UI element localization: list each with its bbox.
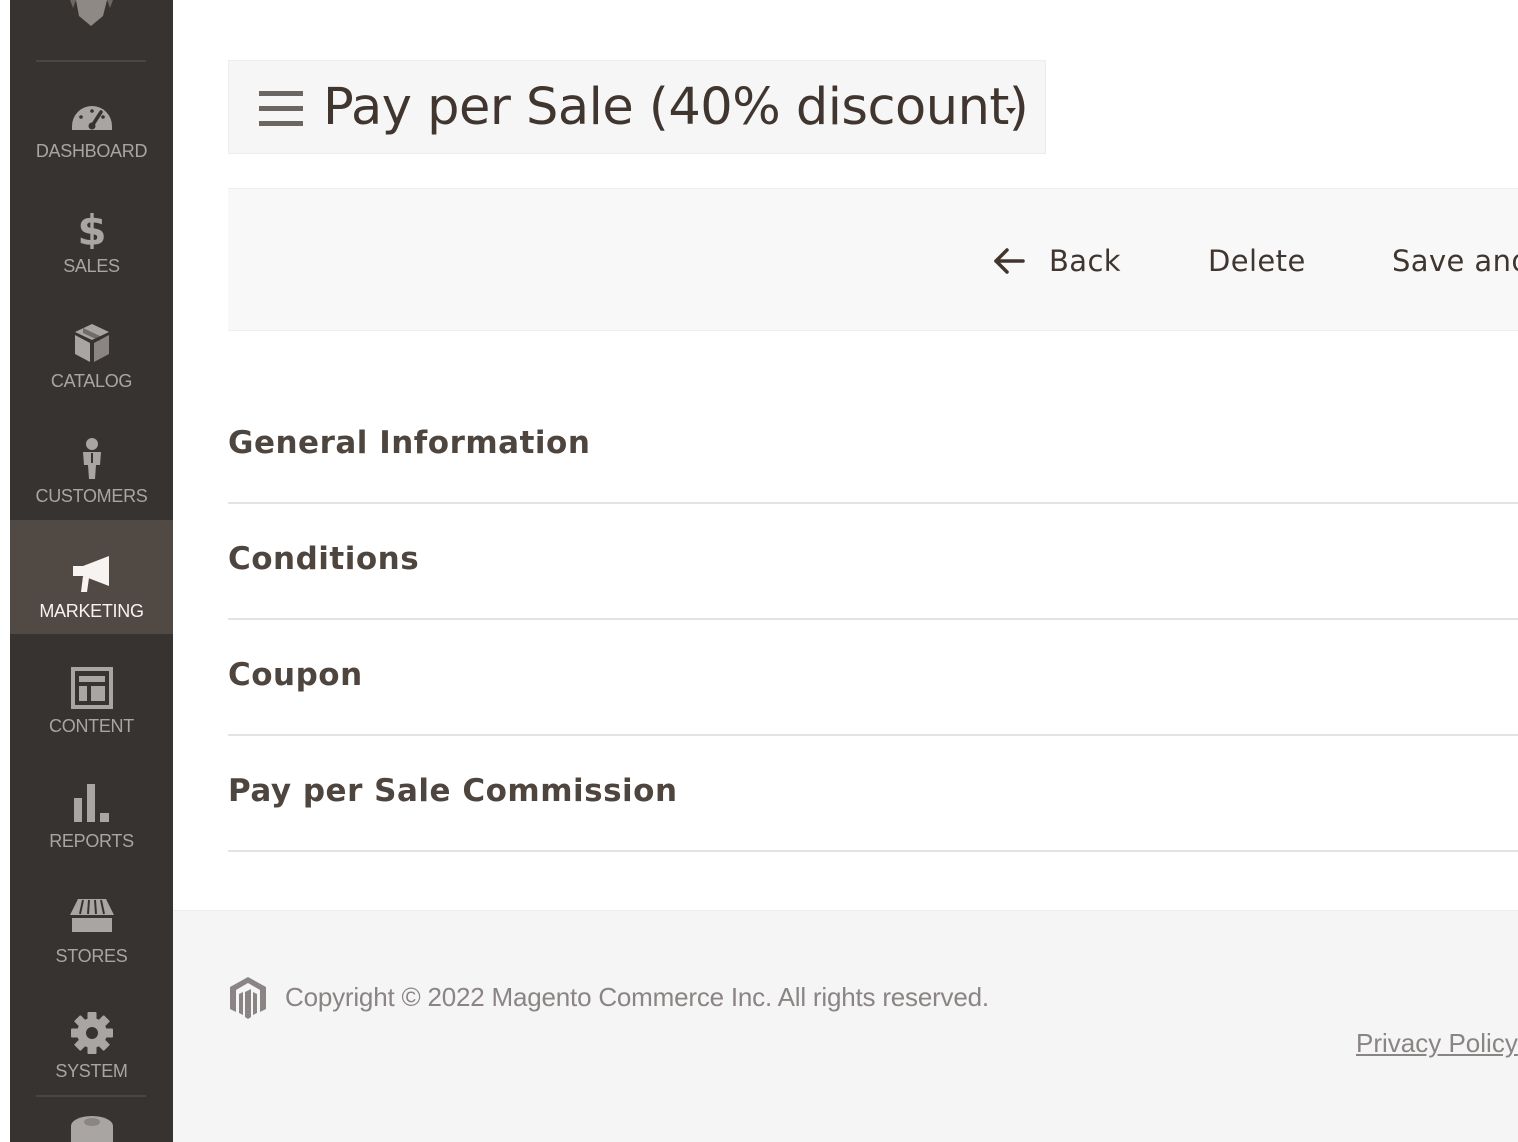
back-button-label: Back bbox=[1049, 244, 1122, 278]
sidebar-divider bbox=[36, 1095, 146, 1097]
chevron-down-icon[interactable] bbox=[1003, 102, 1019, 114]
sidebar-item-catalog[interactable]: CATALOG bbox=[10, 290, 173, 404]
sidebar-item-system[interactable]: SYSTEM bbox=[10, 980, 173, 1094]
sidebar-item-label: REPORTS bbox=[49, 831, 134, 851]
sidebar-item-stores[interactable]: STORES bbox=[10, 865, 173, 979]
sidebar-item-label: STORES bbox=[55, 946, 128, 966]
page-actions-toolbar: Back Delete Save and bbox=[228, 188, 1518, 331]
section-conditions[interactable]: Conditions bbox=[228, 504, 1518, 620]
arrow-left-icon bbox=[993, 247, 1025, 275]
delete-button[interactable]: Delete bbox=[1208, 241, 1306, 281]
section-title: Conditions bbox=[228, 541, 420, 577]
section-coupon[interactable]: Coupon bbox=[228, 620, 1518, 736]
section-title: General Information bbox=[228, 425, 591, 461]
section-general-information[interactable]: General Information bbox=[228, 388, 1518, 504]
page: DASHBOARD $ SALES CATALOG CUSTOMERS MARK… bbox=[0, 0, 1518, 1142]
person-icon bbox=[69, 437, 115, 479]
page-title-bar[interactable]: Pay per Sale (40% discount) bbox=[228, 60, 1046, 154]
copyright-text: Copyright © 2022 Magento Commerce Inc. A… bbox=[285, 982, 989, 1012]
sidebar-item-label: SALES bbox=[63, 256, 120, 276]
svg-text:$: $ bbox=[77, 207, 106, 249]
page-footer: Copyright © 2022 Magento Commerce Inc. A… bbox=[173, 910, 1518, 1142]
left-edge bbox=[0, 0, 10, 1142]
bar-chart-icon bbox=[69, 782, 115, 824]
section-title: Pay per Sale Commission bbox=[228, 773, 678, 809]
sidebar-item-customers[interactable]: CUSTOMERS bbox=[10, 405, 173, 519]
sidebar-item-content[interactable]: CONTENT bbox=[10, 635, 173, 749]
sidebar-item-sales[interactable]: $ SALES bbox=[10, 175, 173, 289]
sidebar-item-dashboard[interactable]: DASHBOARD bbox=[10, 60, 173, 174]
magento-logo-icon[interactable] bbox=[10, 0, 173, 40]
sidebar-item-reports[interactable]: REPORTS bbox=[10, 750, 173, 864]
gear-icon bbox=[69, 1012, 115, 1054]
sidebar-item-label: DASHBOARD bbox=[35, 141, 148, 161]
extensions-icon[interactable] bbox=[69, 1112, 115, 1142]
sidebar-item-label: CATALOG bbox=[50, 371, 133, 391]
storefront-icon bbox=[69, 897, 115, 939]
save-and-continue-button[interactable]: Save and bbox=[1392, 241, 1518, 281]
dashboard-icon bbox=[69, 92, 115, 134]
sidebar-item-label: MARKETING bbox=[39, 601, 144, 621]
sidebar-item-label: SYSTEM bbox=[55, 1061, 128, 1081]
admin-sidebar: DASHBOARD $ SALES CATALOG CUSTOMERS MARK… bbox=[10, 0, 173, 1142]
section-title: Coupon bbox=[228, 657, 363, 693]
section-pay-per-sale-commission[interactable]: Pay per Sale Commission bbox=[228, 736, 1518, 852]
layout-icon bbox=[69, 667, 115, 709]
box-icon bbox=[69, 322, 115, 364]
dollar-icon: $ bbox=[69, 207, 115, 249]
magento-logo-icon bbox=[227, 975, 269, 1021]
page-title: Pay per Sale (40% discount) bbox=[323, 78, 1029, 137]
main-content: Pay per Sale (40% discount) Back Delete … bbox=[173, 0, 1518, 1142]
sidebar-item-label: CONTENT bbox=[49, 716, 134, 736]
privacy-policy-link[interactable]: Privacy Policy bbox=[1356, 1025, 1518, 1061]
sidebar-item-marketing[interactable]: MARKETING bbox=[10, 520, 173, 634]
megaphone-icon bbox=[69, 552, 115, 594]
sidebar-item-label: CUSTOMERS bbox=[35, 486, 148, 506]
hamburger-menu-icon[interactable] bbox=[259, 91, 303, 127]
